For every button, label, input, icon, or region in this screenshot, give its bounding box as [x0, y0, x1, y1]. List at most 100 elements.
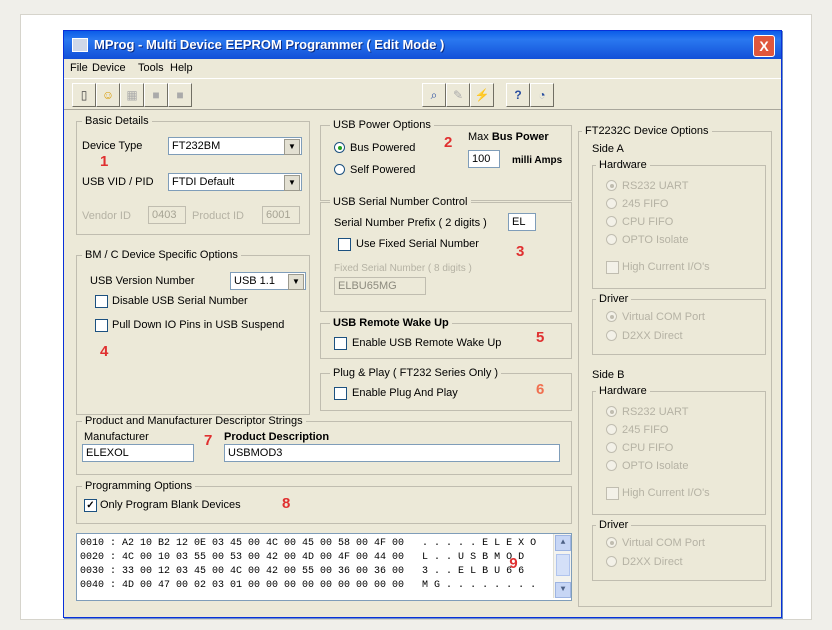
side-a-245fifo-label: 245 FIFO: [622, 198, 669, 210]
side-b-opto-label: OPTO Isolate: [622, 460, 689, 472]
side-a-high-current-checkbox[interactable]: [606, 261, 619, 274]
flash-icon[interactable]: ⚡: [470, 83, 494, 107]
disable-serial-label: Disable USB Serial Number: [112, 295, 248, 307]
side-b-rs232-radio[interactable]: [606, 406, 617, 417]
pulldown-checkbox[interactable]: [95, 319, 108, 332]
side-b-label: Side B: [592, 369, 625, 381]
side-a-hardware-title: Hardware: [596, 159, 650, 171]
side-a-245fifo-radio[interactable]: [606, 198, 617, 209]
vid-pid-select[interactable]: FTDI Default ▼: [168, 173, 302, 191]
scroll-down-icon[interactable]: ▼: [555, 582, 571, 598]
side-a-cpufifo-radio[interactable]: [606, 216, 617, 227]
usb-version-label: USB Version Number: [90, 275, 195, 287]
bus-power-label: Bus Power: [491, 131, 549, 143]
side-a-vcp-label: Virtual COM Port: [622, 311, 705, 323]
milli-amps-label: milli Amps: [512, 155, 563, 166]
side-b-high-current-checkbox[interactable]: [606, 487, 619, 500]
side-a-d2xx-radio[interactable]: [606, 330, 617, 341]
toolbar: ▯ ☺ ▦ ■ ■ ⌕ ✎ ⚡ ? ◔: [64, 79, 781, 110]
side-a-rs232-radio[interactable]: [606, 180, 617, 191]
max-power-input[interactable]: 100: [468, 150, 500, 168]
menu-help[interactable]: Help: [170, 62, 193, 74]
read-icon[interactable]: ✎: [446, 83, 470, 107]
blank-only-checkbox[interactable]: ✓: [84, 499, 97, 512]
new-icon[interactable]: ▯: [72, 83, 96, 107]
menu-device[interactable]: Device: [92, 62, 126, 74]
self-powered-label: Self Powered: [350, 164, 416, 176]
ft2232c-options-title: FT2232C Device Options: [582, 125, 712, 137]
fixed-serial-label: Fixed Serial Number ( 8 digits ): [334, 263, 472, 274]
side-b-245fifo-label: 245 FIFO: [622, 424, 669, 436]
side-b-245fifo-radio[interactable]: [606, 424, 617, 435]
side-b-high-current-label: High Current I/O's: [622, 487, 710, 499]
use-fixed-serial-checkbox[interactable]: [338, 238, 351, 251]
erase-icon[interactable]: ■: [168, 83, 192, 107]
side-b-hardware-title: Hardware: [596, 385, 650, 397]
serial-control-title: USB Serial Number Control: [330, 196, 471, 208]
hex-line: 0020 : 4C 00 10 03 55 00 53 00 42 00 4D …: [80, 552, 525, 563]
open-icon[interactable]: ☺: [96, 83, 120, 107]
self-powered-radio[interactable]: [334, 164, 345, 175]
plug-and-play-checkbox[interactable]: [334, 387, 347, 400]
marker-7: 7: [204, 432, 213, 449]
bus-powered-radio[interactable]: [334, 142, 345, 153]
product-description-label: Product Description: [224, 431, 330, 443]
disable-serial-checkbox[interactable]: [95, 295, 108, 308]
plug-and-play-title: Plug & Play ( FT232 Series Only ): [330, 367, 502, 379]
product-id-input[interactable]: 6001: [262, 206, 300, 224]
vendor-id-input[interactable]: 0403: [148, 206, 186, 224]
hex-scrollbar[interactable]: ▲ ▼: [553, 534, 571, 598]
scroll-up-icon[interactable]: ▲: [555, 535, 571, 551]
remote-wake-label: Enable USB Remote Wake Up: [352, 337, 502, 349]
search-icon[interactable]: ⌕: [422, 83, 446, 107]
chevron-down-icon: ▼: [284, 175, 300, 191]
product-id-label: Product ID: [192, 210, 244, 222]
side-a-opto-label: OPTO Isolate: [622, 234, 689, 246]
usb-version-select[interactable]: USB 1.1 ▼: [230, 272, 306, 290]
marker-2: 2: [444, 134, 453, 151]
title-bar[interactable]: MProg - Multi Device EEPROM Programmer (…: [64, 31, 781, 59]
side-a-opto-radio[interactable]: [606, 234, 617, 245]
side-a-d2xx-label: D2XX Direct: [622, 330, 683, 342]
pulldown-label: Pull Down IO Pins in USB Suspend: [112, 319, 285, 331]
plug-and-play-label: Enable Plug And Play: [352, 387, 458, 399]
program-icon[interactable]: ■: [144, 83, 168, 107]
save-icon[interactable]: ▦: [120, 83, 144, 107]
about-icon[interactable]: ◔: [530, 83, 554, 107]
help-icon[interactable]: ?: [506, 83, 530, 107]
side-b-vcp-label: Virtual COM Port: [622, 537, 705, 549]
vid-pid-value: FTDI Default: [172, 176, 235, 188]
side-b-vcp-radio[interactable]: [606, 537, 617, 548]
device-type-value: FT232BM: [172, 140, 221, 152]
marker-6: 6: [536, 381, 545, 398]
application-window: MProg - Multi Device EEPROM Programmer (…: [63, 30, 782, 618]
fixed-serial-input[interactable]: ELBU65MG: [334, 277, 426, 295]
side-a-driver-group: [592, 299, 766, 355]
side-b-opto-radio[interactable]: [606, 460, 617, 471]
side-b-d2xx-radio[interactable]: [606, 556, 617, 567]
side-b-cpufifo-radio[interactable]: [606, 442, 617, 453]
device-type-select[interactable]: FT232BM ▼: [168, 137, 302, 155]
close-button[interactable]: X: [753, 35, 775, 57]
product-description-input[interactable]: USBMOD3: [224, 444, 560, 462]
scroll-thumb[interactable]: [556, 554, 570, 576]
hex-dump-view[interactable]: 0010 : A2 10 B2 12 0E 03 45 00 4C 00 45 …: [76, 533, 572, 601]
power-options-title: USB Power Options: [330, 119, 434, 131]
side-a-vcp-radio[interactable]: [606, 311, 617, 322]
side-b-cpufifo-label: CPU FIFO: [622, 442, 674, 454]
marker-3: 3: [516, 243, 525, 260]
side-a-label: Side A: [592, 143, 624, 155]
manufacturer-input[interactable]: ELEXOL: [82, 444, 194, 462]
menu-tools[interactable]: Tools: [138, 62, 164, 74]
device-type-label: Device Type: [82, 140, 143, 152]
marker-4: 4: [100, 343, 109, 360]
manufacturer-label: Manufacturer: [84, 431, 149, 443]
serial-prefix-input[interactable]: EL: [508, 213, 536, 231]
menu-file[interactable]: File: [70, 62, 88, 74]
serial-prefix-label: Serial Number Prefix ( 2 digits ): [334, 217, 487, 229]
bus-powered-label: Bus Powered: [350, 142, 416, 154]
remote-wake-checkbox[interactable]: [334, 337, 347, 350]
side-a-rs232-label: RS232 UART: [622, 180, 689, 192]
window-title: MProg - Multi Device EEPROM Programmer (…: [94, 37, 445, 52]
programming-options-title: Programming Options: [82, 480, 195, 492]
